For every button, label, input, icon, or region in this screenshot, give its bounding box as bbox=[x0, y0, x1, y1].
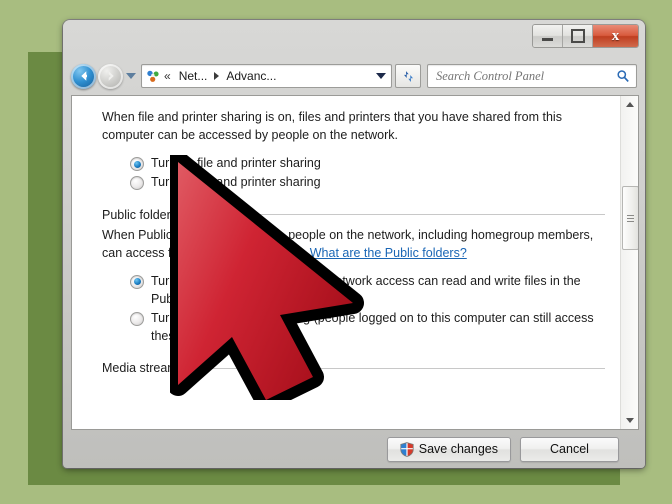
close-button[interactable]: x bbox=[593, 25, 638, 47]
file-printer-sharing-options: Turn on file and printer sharing Turn of… bbox=[130, 154, 605, 191]
radio-turn-on-file-printer-sharing[interactable]: Turn on file and printer sharing bbox=[130, 154, 605, 172]
control-panel-window: x « Net... Advanc... Search Control Pane… bbox=[63, 20, 645, 468]
dialog-button-bar: Save changes Cancel bbox=[63, 430, 645, 468]
breadcrumb-dropdown-button[interactable] bbox=[371, 65, 391, 87]
recent-pages-button[interactable] bbox=[126, 73, 136, 79]
breadcrumb-item-advanced[interactable]: Advanc... bbox=[226, 69, 276, 83]
settings-scroll-area: When file and printer sharing is on, fil… bbox=[72, 96, 621, 429]
public-folders-help-link[interactable]: What are the Public folders? bbox=[310, 246, 467, 260]
forward-arrow-icon bbox=[108, 71, 114, 81]
network-icon bbox=[146, 69, 160, 83]
refresh-button[interactable] bbox=[395, 64, 421, 88]
public-folder-sharing-options: Turn on sharing so anyone with network a… bbox=[130, 272, 605, 346]
scrollbar-grip-icon bbox=[627, 213, 634, 224]
public-folder-sharing-heading: Public folder sharing bbox=[102, 206, 605, 224]
radio-turn-off-file-printer-sharing[interactable]: Turn off file and printer sharing bbox=[130, 173, 605, 191]
address-input[interactable]: « Net... Advanc... bbox=[141, 64, 392, 88]
radio-label: Turn on file and printer sharing bbox=[151, 156, 321, 171]
window-titlebar: x bbox=[63, 20, 645, 58]
radio-turn-on-public-folder-sharing[interactable]: Turn on sharing so anyone with network a… bbox=[130, 272, 605, 308]
minimize-icon bbox=[542, 37, 553, 41]
cancel-label: Cancel bbox=[550, 442, 589, 456]
radio-label: Turn off file and printer sharing bbox=[151, 175, 321, 190]
uac-shield-icon bbox=[400, 441, 414, 457]
settings-content-pane: When file and printer sharing is on, fil… bbox=[71, 95, 639, 430]
scroll-up-arrow-icon bbox=[625, 102, 634, 107]
scroll-down-button[interactable] bbox=[621, 412, 638, 429]
address-bar: « Net... Advanc... bbox=[63, 58, 645, 94]
radio-button-icon[interactable] bbox=[130, 312, 144, 327]
breadcrumb-overflow[interactable]: « bbox=[164, 69, 171, 83]
radio-turn-off-public-folder-sharing[interactable]: Turn off Public folder sharing (people l… bbox=[130, 309, 605, 345]
back-arrow-icon bbox=[80, 71, 87, 81]
media-streaming-heading: Media streaming bbox=[102, 359, 605, 377]
vertical-scrollbar[interactable] bbox=[620, 96, 638, 429]
maximize-icon bbox=[570, 29, 585, 43]
radio-button-icon[interactable] bbox=[130, 157, 144, 172]
search-box[interactable] bbox=[427, 64, 637, 88]
scroll-up-button[interactable] bbox=[621, 96, 638, 113]
forward-button[interactable] bbox=[98, 63, 123, 89]
window-controls: x bbox=[532, 24, 639, 48]
radio-button-icon[interactable] bbox=[130, 274, 144, 289]
scroll-down-arrow-icon bbox=[625, 418, 634, 423]
desktop-background: x « Net... Advanc... Search Control Pane… bbox=[0, 0, 672, 504]
minimize-button[interactable] bbox=[533, 25, 563, 47]
save-changes-label: Save changes bbox=[418, 442, 498, 456]
section-title: Public folder sharing bbox=[102, 207, 216, 222]
maximize-button[interactable] bbox=[563, 25, 593, 47]
public-folder-sharing-description: When Public folder sharing is on, people… bbox=[102, 226, 594, 262]
section-title: Media streaming bbox=[102, 361, 195, 376]
cancel-button[interactable]: Cancel bbox=[520, 436, 619, 462]
chevron-down-icon bbox=[376, 73, 386, 79]
radio-label: Turn off Public folder sharing (people l… bbox=[151, 311, 594, 344]
search-input[interactable] bbox=[428, 67, 616, 85]
back-button[interactable] bbox=[71, 63, 96, 89]
section-divider bbox=[225, 214, 605, 216]
breadcrumb: « Net... Advanc... bbox=[164, 69, 371, 83]
scrollbar-thumb[interactable] bbox=[622, 186, 638, 250]
file-printer-sharing-description: When file and printer sharing is on, fil… bbox=[102, 110, 562, 143]
breadcrumb-item-network[interactable]: Net... bbox=[179, 69, 208, 83]
close-icon: x bbox=[611, 27, 620, 44]
refresh-icon bbox=[403, 70, 413, 82]
search-icon[interactable] bbox=[616, 69, 630, 83]
breadcrumb-separator-icon bbox=[214, 72, 220, 80]
radio-label: Turn on sharing so anyone with network a… bbox=[151, 273, 581, 306]
save-changes-button[interactable]: Save changes bbox=[386, 436, 511, 462]
section-divider bbox=[204, 367, 605, 369]
radio-button-icon[interactable] bbox=[130, 176, 144, 191]
